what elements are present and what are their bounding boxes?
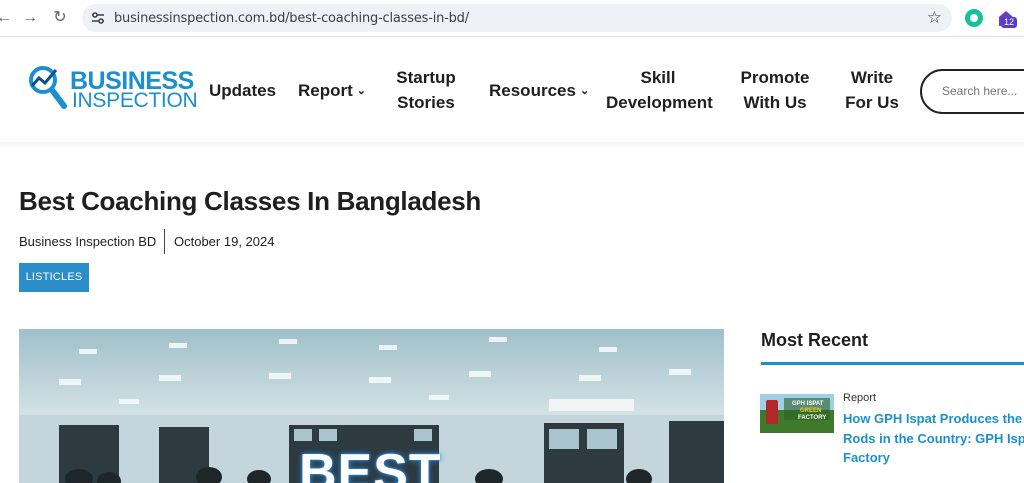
sidebar-title: Most Recent (761, 330, 869, 350)
nav-write-line2: For Us (845, 93, 899, 112)
recent-post-title[interactable]: How GPH Ispat Produces the St Rods in th… (843, 409, 1024, 468)
thumb-text-2: GREEN (800, 408, 821, 414)
extension-badge: 12 (1001, 17, 1018, 28)
nav-skill-development-line1: Skill (640, 68, 676, 87)
nav-startup-stories-line1: Startup (396, 68, 456, 87)
address-bar[interactable]: businessinspection.com.bd/best-coaching-… (82, 4, 952, 32)
category-badge[interactable]: LISTICLES (19, 263, 89, 292)
forward-icon[interactable]: → (20, 8, 40, 28)
site-settings-icon[interactable] (90, 10, 106, 26)
search-box[interactable] (920, 69, 1024, 114)
reload-icon[interactable]: ↻ (50, 8, 70, 28)
nav-promote-line1: Promote (740, 68, 810, 87)
bookmark-star-icon[interactable]: ☆ (927, 8, 942, 28)
nav-report-label: Report (298, 81, 353, 100)
nav-updates[interactable]: Updates (209, 78, 276, 103)
header-divider (0, 142, 1024, 148)
magnifier-logo-icon (29, 66, 67, 109)
gph-ispat-thumbnail-image: GPH ISPAT GREEN FACTORY (760, 394, 834, 433)
nav-startup-stories[interactable]: Startup Stories (393, 65, 459, 115)
site-logo[interactable]: BUSINESS INSPECTION (26, 64, 198, 112)
featured-image: BEST (19, 329, 724, 483)
nav-write-line1: Write (850, 68, 894, 87)
recent-post-title-line3: Factory (843, 450, 890, 465)
featured-image-headline: BEST (299, 444, 442, 483)
article-date: October 19, 2024 (174, 234, 275, 249)
recent-post-title-line2: Rods in the Country: GPH Ispat (843, 430, 1024, 446)
thumb-text-1: GPH ISPAT (792, 401, 824, 407)
logo-text-inspection: INSPECTION (72, 89, 198, 112)
nav-skill-development-line2: Development (606, 93, 713, 112)
recent-post-thumbnail[interactable]: GPH ISPAT GREEN FACTORY (760, 394, 834, 433)
search-input[interactable] (942, 84, 1024, 98)
nav-promote-with-us[interactable]: Promote With Us (738, 65, 812, 115)
nav-write-for-us[interactable]: Write For Us (844, 65, 900, 115)
sidebar-title-underline (761, 362, 1024, 365)
article-title: Best Coaching Classes In Bangladesh (19, 186, 481, 216)
chevron-down-icon: ⌄ (579, 85, 590, 98)
grammarly-extension-icon[interactable] (965, 9, 983, 27)
nav-skill-development[interactable]: Skill Development (606, 65, 713, 115)
browser-toolbar: ← → ↻ businessinspection.com.bd/best-coa… (0, 0, 1024, 37)
thumb-text-3: FACTORY (798, 415, 826, 421)
back-icon[interactable]: ← (0, 8, 14, 28)
chevron-down-icon: ⌄ (356, 85, 366, 98)
meta-divider (164, 229, 165, 254)
article-author[interactable]: Business Inspection BD (19, 234, 156, 249)
nav-report[interactable]: Report ⌄ (298, 78, 366, 104)
nav-promote-line2: With Us (743, 93, 807, 112)
nav-resources[interactable]: Resources ⌄ (489, 78, 589, 104)
recent-post-title-line1: How GPH Ispat Produces the St (843, 411, 1024, 426)
nav-updates-label: Updates (209, 81, 277, 100)
nav-startup-stories-line2: Stories (397, 93, 455, 112)
url-text[interactable]: businessinspection.com.bd/best-coaching-… (114, 11, 469, 26)
nav-resources-label: Resources (489, 81, 576, 100)
recent-post-category[interactable]: Report (843, 392, 876, 404)
